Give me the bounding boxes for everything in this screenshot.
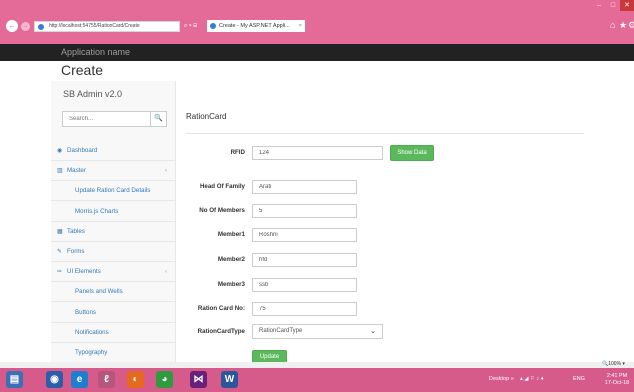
language-indicator[interactable]: ENG (573, 376, 585, 382)
ration-card-type-label: RationCardType (197, 328, 245, 335)
sidebar-item-label: Typography (75, 349, 108, 356)
address-url: http://localhost:54755/RationCard/Create (49, 23, 140, 29)
no-of-members-input[interactable] (252, 204, 357, 218)
wrench-icon: ✑ (57, 269, 63, 276)
media-player-icon[interactable]: ◉ (46, 371, 63, 388)
panel-divider (186, 133, 584, 134)
minimize-icon[interactable]: – (592, 0, 606, 11)
dashboard-icon: ◉ (57, 148, 63, 154)
internet-explorer-icon[interactable]: e (71, 371, 88, 388)
member3-input[interactable] (252, 278, 357, 292)
sidebar-item-update-ration-card-details[interactable]: Update Ration Card Details (51, 181, 175, 202)
search-input[interactable] (63, 112, 150, 126)
sidebar-item-label: Update Ration Card Details (75, 187, 151, 195)
close-window-icon[interactable]: ✕ (620, 0, 634, 11)
sidebar-item-forms[interactable]: ✎ Forms (51, 242, 175, 262)
page-title: Create (61, 62, 104, 78)
bar-chart-icon: ▥ (57, 168, 63, 175)
browser-title-bar: ← → http://localhost:54755/RationCard/Cr… (0, 0, 634, 44)
sidebar-brand[interactable]: SB Admin v2.0 (63, 89, 122, 99)
clock-time[interactable]: 2:41 PM (604, 373, 630, 379)
windows-taskbar: ▤ ◉ e ℓ ◐ ◕ ⋈ W Desktop » ▴ ◢ ⚐ ♪ ♦ ENG 2:41 PM… (0, 368, 634, 392)
favorites-icon[interactable]: ★ (619, 20, 627, 31)
maximize-icon[interactable]: □ (606, 0, 620, 11)
gear-icon[interactable]: ⚙ (628, 20, 634, 31)
sidebar-search: 🔍 (62, 111, 167, 127)
edit-icon: ✎ (57, 249, 63, 255)
sidebar: SB Admin v2.0 🔍 ◉ Dashboard ▥ Master ‹ Update… (51, 81, 176, 366)
file-explorer-icon[interactable]: ▤ (6, 371, 23, 388)
app-navbar: Application name (0, 44, 634, 61)
sidebar-item-label: Tables (67, 227, 85, 235)
visual-studio-icon[interactable]: ⋈ (190, 371, 207, 388)
zoom-level[interactable]: 🔍100% ▾ (602, 361, 625, 367)
sidebar-item-label: Buttons (75, 308, 96, 316)
desktop-toolbar[interactable]: Desktop » (489, 376, 514, 382)
show-data-button[interactable]: Show Data (390, 145, 434, 161)
member2-input[interactable] (252, 253, 357, 267)
app-icon[interactable]: ℓ (98, 371, 115, 388)
sidebar-item-label: Panels and Wells (75, 288, 123, 296)
sidebar-item-notifications[interactable]: Notifications (51, 323, 175, 343)
close-tab-icon[interactable]: × (299, 20, 302, 32)
sidebar-item-ui-elements[interactable]: ✑ UI Elements ‹ (51, 262, 175, 283)
ie-icon (210, 23, 216, 29)
chevron-left-icon: ‹ (165, 269, 167, 276)
sidebar-item-label: Forms (67, 248, 85, 255)
head-of-family-label: Head Of Family (199, 183, 245, 190)
chevron-down-icon: ⌄ (370, 328, 376, 335)
head-of-family-input[interactable] (252, 180, 357, 194)
member2-label: Member2 (217, 256, 245, 263)
clock-date[interactable]: 17-Oct-18 (602, 380, 632, 386)
ration-card-no-input[interactable] (252, 302, 357, 316)
sidebar-item-label: Master (67, 167, 86, 175)
sidebar-item-label: Morris.js Charts (75, 207, 119, 215)
member1-input[interactable] (252, 228, 357, 242)
sidebar-item-buttons[interactable]: Buttons (51, 303, 175, 323)
sidebar-item-dashboard[interactable]: ◉ Dashboard (51, 141, 175, 161)
tab-title: Create - My ASP.NET Appli... (219, 23, 290, 29)
member3-label: Member3 (217, 281, 245, 288)
chrome-icon[interactable]: ◕ (156, 371, 173, 388)
no-of-members-label: No Of Members (199, 207, 245, 214)
rfid-input[interactable] (252, 146, 383, 160)
sidebar-item-typography[interactable]: Typography (51, 343, 175, 363)
address-bar[interactable]: http://localhost:54755/RationCard/Create (34, 21, 180, 32)
panel-title: RationCard (186, 112, 227, 121)
page-icon (38, 24, 44, 30)
member1-label: Member1 (217, 231, 245, 238)
sidebar-item-morris-js-charts[interactable]: Morris.js Charts (51, 202, 175, 222)
rfid-label: RFID (230, 149, 245, 156)
sidebar-item-label: Dashboard (67, 147, 98, 154)
ration-card-no-label: Ration Card No: (197, 305, 245, 312)
forward-button[interactable]: → (21, 22, 30, 31)
search-icon[interactable]: 🔍 (150, 112, 166, 126)
app-name-link[interactable]: Application name (61, 47, 130, 57)
ration-card-type-value: RationCardType (259, 328, 303, 334)
firefox-icon[interactable]: ◐ (127, 371, 144, 388)
word-icon[interactable]: W (221, 371, 238, 388)
sidebar-item-label: Notifications (75, 328, 109, 336)
home-icon[interactable]: ⌂ (610, 20, 615, 30)
table-icon: ▦ (57, 228, 63, 235)
tab-create[interactable]: Create - My ASP.NET Appli... × (207, 20, 305, 32)
tray-icons[interactable]: ▴ ◢ ⚐ ♪ ♦ (520, 376, 544, 382)
sidebar-item-panels-and-wells[interactable]: Panels and Wells (51, 282, 175, 303)
sidebar-item-master[interactable]: ▥ Master ‹ (51, 161, 175, 182)
sidebar-item-label: UI Elements (67, 268, 101, 276)
address-search-icon[interactable]: ⌕ ▾ ⊟ (184, 21, 197, 32)
back-button[interactable]: ← (6, 20, 18, 32)
sidebar-item-tables[interactable]: ▦ Tables (51, 222, 175, 242)
chevron-left-icon: ‹ (165, 168, 167, 175)
ration-card-type-select[interactable]: RationCardType ⌄ (252, 324, 383, 339)
